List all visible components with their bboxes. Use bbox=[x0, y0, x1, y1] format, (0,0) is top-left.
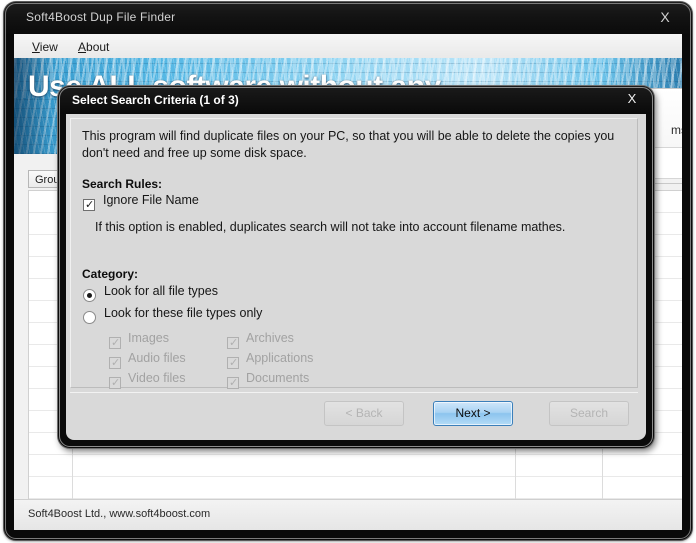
checkbox-images[interactable]: ✓ bbox=[109, 337, 121, 349]
label-archives[interactable]: Archives bbox=[246, 331, 294, 345]
label-documents[interactable]: Documents bbox=[246, 371, 309, 385]
checkbox-ignore-file-name[interactable]: ✓ bbox=[83, 199, 95, 211]
label-ignore-file-name[interactable]: Ignore File Name bbox=[103, 193, 199, 207]
window-title: Soft4Boost Dup File Finder bbox=[26, 10, 176, 24]
menu-item-about[interactable]: About bbox=[72, 38, 115, 56]
check-icon: ✓ bbox=[111, 356, 121, 369]
checkbox-documents[interactable]: ✓ bbox=[227, 377, 239, 389]
dialog-content-panel: This program will find duplicate files o… bbox=[70, 118, 638, 389]
section-title-category: Category: bbox=[82, 267, 139, 281]
window-titlebar: Soft4Boost Dup File Finder X bbox=[4, 2, 692, 34]
status-bar-text: Soft4Boost Ltd., www.soft4boost.com bbox=[28, 508, 211, 520]
close-icon[interactable]: X bbox=[656, 8, 674, 26]
status-bar: Soft4Boost Ltd., www.soft4boost.com bbox=[14, 499, 682, 530]
label-audio-files[interactable]: Audio files bbox=[128, 351, 186, 365]
radio-look-for-these-file-types-only[interactable] bbox=[83, 311, 96, 324]
check-icon: ✓ bbox=[85, 198, 95, 211]
check-icon: ✓ bbox=[229, 356, 239, 369]
dialog-titlebar: Select Search Criteria (1 of 3) X bbox=[58, 86, 654, 114]
check-icon: ✓ bbox=[111, 336, 121, 349]
check-icon: ✓ bbox=[229, 336, 239, 349]
hint-ignore-file-name: If this option is enabled, duplicates se… bbox=[95, 220, 566, 234]
back-button[interactable]: < Back bbox=[324, 401, 404, 426]
dialog-button-bar: < Back Next > Search bbox=[70, 392, 638, 437]
label-video-files[interactable]: Video files bbox=[128, 371, 185, 385]
checkbox-archives[interactable]: ✓ bbox=[227, 337, 239, 349]
section-title-search-rules: Search Rules: bbox=[82, 177, 163, 191]
dialog-body: This program will find duplicate files o… bbox=[66, 114, 646, 440]
label-applications[interactable]: Applications bbox=[246, 351, 313, 365]
search-criteria-dialog: Select Search Criteria (1 of 3) X This p… bbox=[58, 86, 654, 448]
check-icon: ✓ bbox=[229, 376, 239, 389]
toolbar-panel-label: ms bbox=[671, 123, 682, 137]
radio-look-for-all-file-types[interactable] bbox=[83, 289, 96, 302]
dialog-intro-text: This program will find duplicate files o… bbox=[82, 129, 615, 160]
menu-item-view[interactable]: View bbox=[26, 38, 64, 56]
search-button[interactable]: Search bbox=[549, 401, 629, 426]
menu-bar: View About bbox=[14, 34, 682, 59]
menu-item-about-rest: bout bbox=[86, 40, 110, 54]
label-images[interactable]: Images bbox=[128, 331, 169, 345]
checkbox-applications[interactable]: ✓ bbox=[227, 357, 239, 369]
label-look-for-these-file-types-only[interactable]: Look for these file types only bbox=[104, 306, 262, 320]
checkbox-audio-files[interactable]: ✓ bbox=[109, 357, 121, 369]
dialog-title: Select Search Criteria (1 of 3) bbox=[72, 93, 239, 107]
dialog-close-icon[interactable]: X bbox=[624, 91, 640, 107]
label-look-for-all-file-types[interactable]: Look for all file types bbox=[104, 284, 218, 298]
checkbox-video-files[interactable]: ✓ bbox=[109, 377, 121, 389]
radio-dot-icon bbox=[87, 293, 92, 298]
menu-item-view-rest: iew bbox=[39, 40, 58, 54]
check-icon: ✓ bbox=[111, 376, 121, 389]
next-button[interactable]: Next > bbox=[433, 401, 513, 426]
